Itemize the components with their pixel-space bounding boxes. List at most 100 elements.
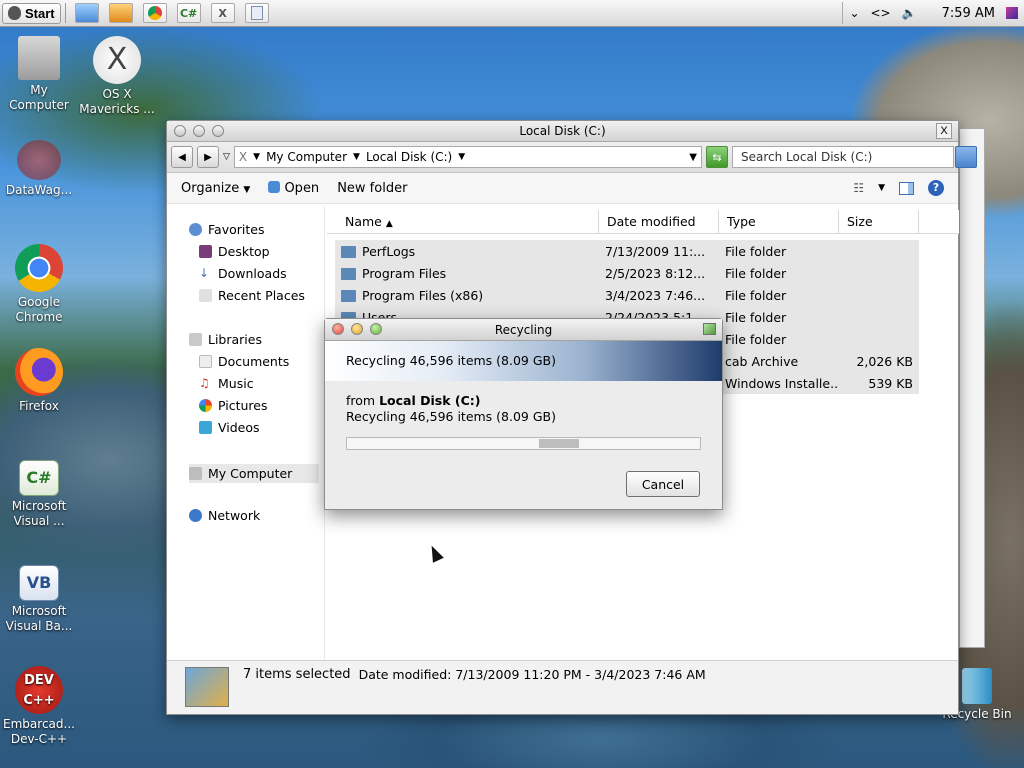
desktop-icon-visual-basic[interactable]: VB Microsoft Visual Ba... [0, 565, 78, 634]
window-title: Local Disk (C:) [519, 124, 606, 138]
cell-type: File folder [725, 331, 787, 347]
start-button[interactable]: Start [2, 2, 61, 24]
resize-icon[interactable] [703, 323, 716, 335]
help-icon[interactable]: ? [928, 180, 944, 196]
close-dot-icon[interactable] [174, 125, 186, 137]
preview-pane-icon[interactable] [899, 181, 914, 195]
finder-icon[interactable] [74, 3, 99, 23]
maximize-dot-icon[interactable] [212, 125, 224, 137]
table-row[interactable]: Program Files 2/5/2023 8:12... File folder [335, 262, 919, 284]
status-selected-count: 7 items selected [243, 667, 351, 682]
nav-network[interactable]: Network [189, 508, 260, 523]
column-size[interactable]: Size [839, 210, 919, 234]
maximize-dot-icon[interactable] [370, 323, 382, 335]
visual-csharp-icon: C# [19, 460, 59, 496]
apple-icon [8, 6, 21, 20]
color-swatch-icon[interactable] [1006, 7, 1018, 19]
cell-name: Program Files (x86) [335, 288, 599, 303]
window-titlebar[interactable]: Local Disk (C:) X [167, 121, 958, 142]
visual-csharp-icon[interactable]: C# [176, 3, 201, 23]
table-row[interactable]: PerfLogs 7/13/2009 11:... File folder [335, 240, 919, 262]
cell-name: PerfLogs [335, 244, 599, 259]
chevron-down-icon[interactable]: ▼ [353, 152, 360, 162]
new-folder-button[interactable]: New folder [337, 181, 407, 196]
nav-my-computer[interactable]: My Computer [189, 464, 319, 483]
nav-favorites[interactable]: Favorites [189, 222, 264, 237]
desktop-icon-devcpp[interactable]: DEV C++ Embarcad... Dev-C++ [0, 666, 78, 747]
status-bar: 7 items selected Date modified: 7/13/200… [167, 660, 958, 714]
computer-icon [189, 467, 202, 480]
dialog-body: from Local Disk (C:) Recycling 46,596 it… [325, 381, 722, 450]
notepad-icon[interactable] [244, 3, 269, 23]
nav-videos[interactable]: Videos [199, 420, 260, 435]
cell-type: File folder [725, 265, 787, 281]
organize-button[interactable]: Organize ▼ [181, 181, 250, 196]
desktop-icon [199, 245, 212, 258]
dialog-titlebar[interactable]: Recycling [325, 319, 722, 341]
forward-button[interactable]: ▶ [197, 146, 219, 168]
nav-pictures[interactable]: Pictures [199, 398, 268, 413]
chevron-down-icon[interactable]: ▼ [878, 183, 885, 193]
nav-downloads[interactable]: ↓ Downloads [199, 266, 287, 281]
computer-icon [18, 36, 60, 80]
desktop-icon-my-computer[interactable]: My Computer [0, 36, 78, 113]
clock[interactable]: 7:59 AM [942, 6, 995, 21]
open-button[interactable]: Open [268, 180, 319, 196]
nav-recent-places[interactable]: Recent Places [199, 288, 305, 303]
breadcrumb[interactable]: X ▼ My Computer ▼ Local Disk (C:) ▼ ▼ [233, 146, 702, 168]
speaker-icon[interactable]: 🔈 [902, 6, 917, 20]
column-type[interactable]: Type [719, 210, 839, 234]
recycling-dialog: Recycling Recycling 46,596 items (8.09 G… [324, 318, 723, 510]
chevron-down-icon[interactable]: ▼ [253, 152, 260, 162]
refresh-button[interactable]: ⇆ [706, 146, 728, 168]
cell-size: 2,026 KB [856, 353, 913, 369]
nav-documents[interactable]: Documents [199, 354, 289, 369]
history-dropdown-icon[interactable]: ▽ [223, 152, 230, 162]
osx-icon[interactable]: X [210, 3, 235, 23]
desktop-icon-google-chrome[interactable]: Google Chrome [0, 244, 78, 325]
view-options-icon[interactable]: ☷ [853, 181, 864, 195]
address-dropdown-icon[interactable]: ▼ [689, 152, 697, 163]
chrome-icon[interactable] [142, 3, 167, 23]
cell-name: Program Files [335, 266, 599, 281]
folder-icon [341, 268, 356, 280]
chrome-icon [15, 244, 63, 292]
command-toolbar: Organize ▼ Open New folder ☷ ▼ ? [167, 173, 958, 204]
progress-bar [346, 437, 701, 450]
folder-icon [341, 290, 356, 302]
table-row[interactable]: Program Files (x86) 3/4/2023 7:46... File … [335, 284, 919, 306]
nav-music[interactable]: ♫ Music [199, 376, 254, 391]
back-button[interactable]: ◀ [171, 146, 193, 168]
nav-desktop[interactable]: Desktop [199, 244, 270, 259]
libraries-icon [189, 333, 202, 346]
nav-libraries[interactable]: Libraries [189, 332, 262, 347]
cell-date: 3/4/2023 7:46... [605, 287, 706, 303]
media-player-icon[interactable] [108, 3, 133, 23]
chevron-down-icon[interactable]: ▼ [458, 152, 465, 162]
search-input[interactable]: Search Local Disk (C:) [732, 146, 977, 168]
videos-icon [199, 421, 212, 434]
chevron-down-icon[interactable]: ⌄ [849, 6, 859, 20]
cell-type: File folder [725, 309, 787, 325]
close-button[interactable]: X [936, 123, 952, 139]
finder-icon [268, 180, 281, 193]
cell-type: File folder [725, 243, 787, 259]
desktop-icon-firefox[interactable]: Firefox [0, 348, 78, 414]
minimize-dot-icon[interactable] [351, 323, 363, 335]
column-date-modified[interactable]: Date modified [599, 210, 719, 234]
datawag-icon [17, 140, 61, 180]
column-name[interactable]: Name ▲ [327, 210, 599, 234]
dialog-from-line: from Local Disk (C:) [346, 393, 481, 408]
minimize-dot-icon[interactable] [193, 125, 205, 137]
star-icon [189, 223, 202, 236]
code-icon[interactable]: <> [871, 6, 891, 20]
search-icon[interactable] [955, 146, 977, 168]
close-dot-icon[interactable] [332, 323, 344, 335]
desktop-icon-osx-mavericks[interactable]: X OS X Mavericks ... [78, 36, 156, 117]
vertical-scrollbar[interactable] [959, 128, 985, 648]
cancel-button[interactable]: Cancel [626, 471, 700, 497]
desktop-icon-visual-csharp[interactable]: C# Microsoft Visual ... [0, 460, 78, 529]
recycle-bin-icon [962, 668, 992, 704]
cell-type: cab Archive [725, 353, 799, 369]
desktop-icon-datawag[interactable]: DataWag... [0, 140, 78, 198]
